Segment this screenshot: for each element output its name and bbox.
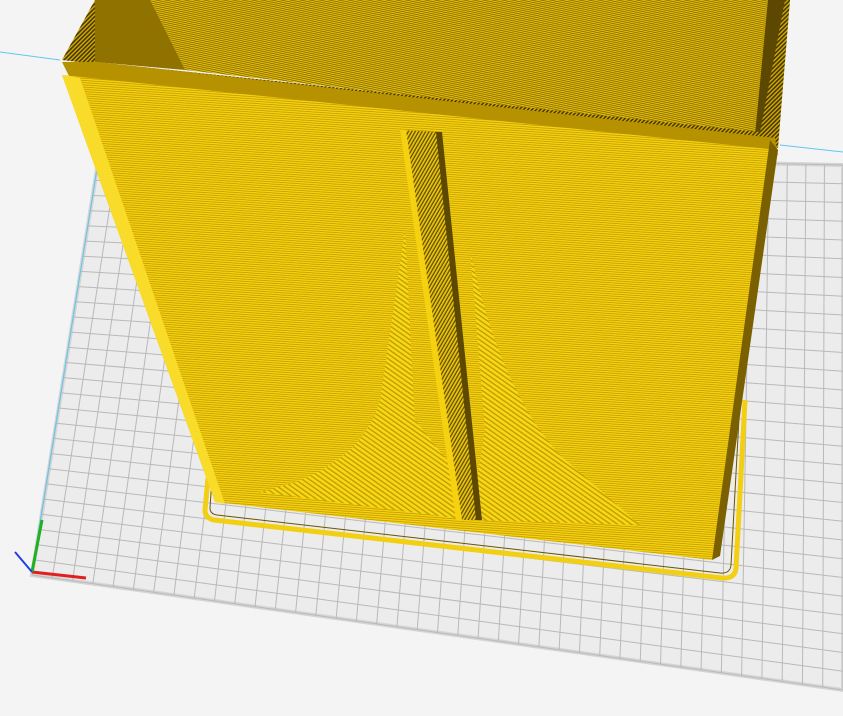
scene-3d[interactable]: [0, 0, 843, 716]
axis-z-icon: [14, 551, 33, 573]
boundary-line-right: [779, 144, 843, 153]
boundary-line-left: [0, 51, 61, 61]
layer-view-viewport[interactable]: [0, 0, 843, 716]
